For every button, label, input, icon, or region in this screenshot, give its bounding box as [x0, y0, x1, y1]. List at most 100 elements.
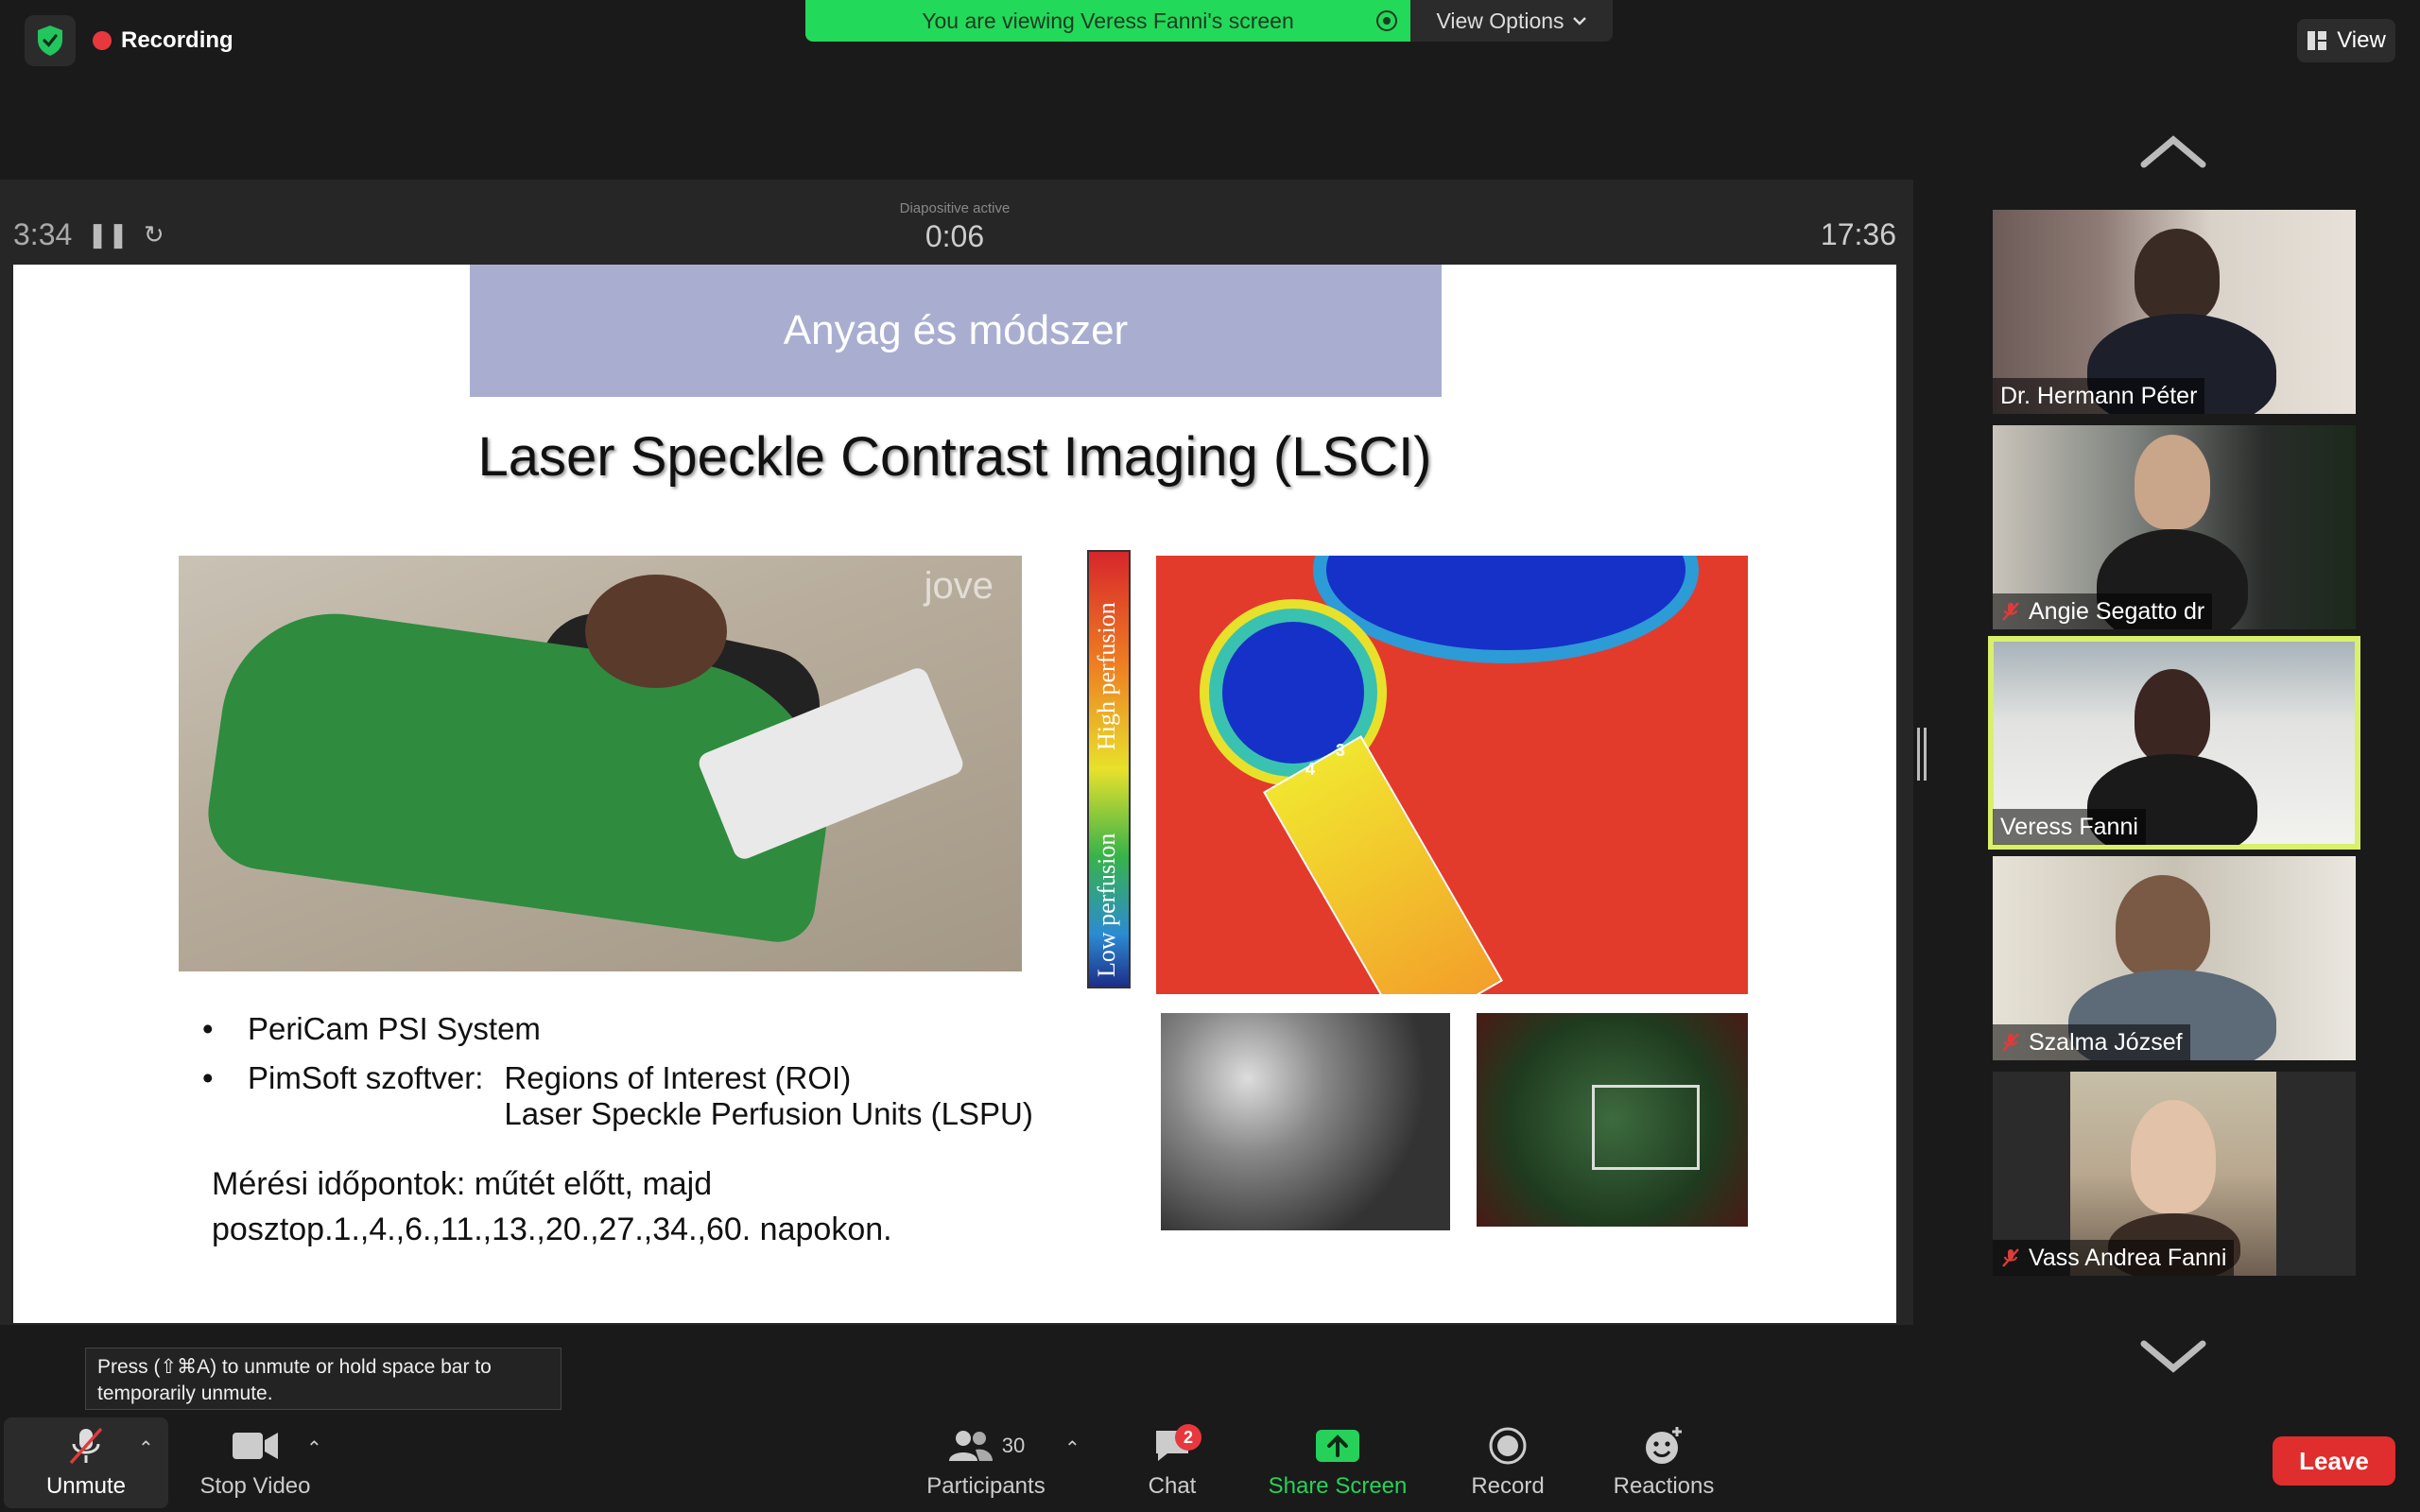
scale-high-label: High perfusion	[1093, 602, 1120, 750]
roi-stripe-shape	[1263, 735, 1503, 994]
tooltip-line: temporarily unmute.	[97, 1383, 273, 1405]
chat-unread-badge: 2	[1175, 1424, 1201, 1451]
gallery-scroll-up-icon[interactable]	[2138, 132, 2208, 170]
reactions-button[interactable]: Reactions	[1598, 1418, 1730, 1508]
bullet-roi-group: PimSoft szoftver: Regions of Interest (R…	[248, 1060, 1033, 1132]
audio-options-caret-icon[interactable]: ⌃	[138, 1436, 154, 1460]
participants-options-caret-icon[interactable]: ⌃	[1064, 1436, 1080, 1460]
patient-photo: jove	[179, 556, 1022, 971]
muted-mic-icon	[2002, 1033, 2019, 1052]
participant-name: Vass Andrea Fanni	[2029, 1244, 2227, 1271]
photo-watermark: jove	[924, 565, 994, 607]
stop-video-button[interactable]: Stop Video	[189, 1418, 321, 1508]
participant-head-shape	[2135, 229, 2220, 323]
record-dot-icon	[93, 31, 112, 50]
video-options-caret-icon[interactable]: ⌃	[306, 1436, 322, 1460]
participant-name-label: Szalma József	[1993, 1024, 2190, 1060]
bullet-item: • PeriCam PSI System	[202, 1011, 1033, 1047]
slide-time: 0:06	[925, 219, 985, 253]
bullet-text: PimSoft szoftver:	[248, 1059, 484, 1095]
participant-head-shape	[2135, 669, 2210, 764]
zoom-meeting-window: Recording You are viewing Veress Fanni's…	[0, 0, 2420, 1512]
muted-mic-icon	[2002, 1248, 2019, 1267]
participant-name-label: Angie Segatto dr	[1993, 593, 2213, 629]
roi-box-shape	[1592, 1085, 1700, 1170]
top-left-status: Recording	[25, 15, 233, 66]
bullet-sub-text: Laser Speckle Perfusion Units (LSPU)	[504, 1095, 1033, 1131]
record-label: Record	[1471, 1473, 1545, 1499]
clock-time: 17:36	[1820, 217, 1896, 251]
share-screen-icon	[1316, 1430, 1359, 1462]
perfusion-blob-shape	[1326, 556, 1685, 650]
viewing-banner-text: You are viewing Veress Fanni's screen	[922, 8, 1294, 33]
video-camera-icon	[233, 1433, 278, 1459]
slide-status-label: Diapositive active	[899, 200, 1011, 216]
perfusion-scale-bar: High perfusion Low perfusion	[1087, 550, 1131, 988]
participant-video-tile[interactable]: Szalma József	[1993, 856, 2356, 1060]
chat-label: Chat	[1148, 1473, 1197, 1499]
leave-label: Leave	[2299, 1446, 2369, 1475]
measurement-line: posztop.1.,4.,6.,11.,13.,20.,27.,34.,60.…	[212, 1211, 892, 1247]
panel-splitter-handle[interactable]	[1917, 728, 1927, 781]
reactions-label: Reactions	[1613, 1473, 1715, 1499]
view-options-button[interactable]: View Options	[1410, 0, 1613, 42]
participant-head-shape	[2131, 1100, 2216, 1213]
tooth-overlay-image	[1477, 1013, 1748, 1227]
bullet-dot: •	[202, 1011, 214, 1046]
roi-number: 4	[1305, 760, 1316, 779]
participants-count: 30	[1001, 1434, 1026, 1457]
gallery-scroll-down-icon[interactable]	[2138, 1338, 2208, 1376]
participant-name: Veress Fanni	[2000, 813, 2138, 840]
perfusion-map-image: 3 4	[1156, 556, 1748, 994]
reactions-smiley-icon	[1646, 1427, 1682, 1464]
bullet-dot: •	[202, 1059, 214, 1095]
presentation-slide: Anyag és módszer Laser Speckle Contrast …	[13, 265, 1896, 1323]
participant-head-shape	[2135, 435, 2210, 529]
measurement-line: Mérési időpontok: műtét előtt, majd	[212, 1166, 713, 1202]
slide-header: Anyag és módszer	[470, 265, 1442, 397]
screen-share-status-icon	[1376, 10, 1397, 31]
unmute-button[interactable]: Unmute	[4, 1418, 168, 1508]
muted-mic-icon	[69, 1427, 103, 1465]
roi-number: 3	[1336, 741, 1346, 760]
recording-indicator[interactable]: Recording	[93, 27, 233, 54]
tooth-grayscale-image	[1161, 1013, 1450, 1230]
share-screen-button[interactable]: Share Screen	[1257, 1418, 1418, 1508]
participant-name: Angie Segatto dr	[2029, 597, 2205, 625]
bullet-sub-text: Regions of Interest (ROI)	[504, 1059, 852, 1095]
slide-title: Laser Speckle Contrast Imaging (LSCI)	[477, 426, 1432, 488]
recording-label: Recording	[121, 27, 233, 53]
view-label: View	[2337, 27, 2386, 53]
share-screen-label: Share Screen	[1268, 1473, 1408, 1499]
participant-name-label: Dr. Hermann Péter	[1993, 378, 2205, 414]
chat-button[interactable]: 2 Chat	[1134, 1418, 1210, 1508]
participant-video-tile[interactable]: Dr. Hermann Péter	[1993, 210, 2356, 414]
security-shield-icon[interactable]	[25, 15, 76, 66]
participant-video-tile-active-speaker[interactable]: Veress Fanni	[1988, 636, 2360, 850]
bullet-text: PeriCam PSI System	[248, 1011, 541, 1046]
participants-button[interactable]: 30 Participants	[915, 1418, 1057, 1508]
viewing-screen-banner: You are viewing Veress Fanni's screen	[805, 0, 1410, 42]
record-button[interactable]: Record	[1456, 1418, 1560, 1508]
leave-button[interactable]: Leave	[2273, 1436, 2395, 1486]
slide-bullets: • PeriCam PSI System • PimSoft szoftver:…	[202, 1011, 1033, 1145]
patient-head-shape	[585, 575, 727, 688]
participant-name: Szalma József	[2029, 1028, 2183, 1056]
participant-video-tile[interactable]: Angie Segatto dr	[1993, 425, 2356, 629]
meeting-toolbar	[0, 1414, 2420, 1512]
record-icon	[1489, 1427, 1527, 1465]
view-button[interactable]: View	[2297, 19, 2395, 62]
participants-icon	[948, 1431, 993, 1461]
participant-video-tile[interactable]: Vass Andrea Fanni	[1993, 1072, 2356, 1276]
unmute-tooltip: Press (⇧⌘A) to unmute or hold space bar …	[85, 1348, 562, 1410]
unmute-label: Unmute	[45, 1473, 127, 1499]
tooltip-line: Press (⇧⌘A) to unmute or hold space bar …	[97, 1356, 492, 1378]
chevron-down-icon	[1572, 17, 1586, 26]
view-options-label: View Options	[1436, 8, 1564, 33]
slide-header-text: Anyag és módszer	[783, 307, 1129, 353]
muted-mic-icon	[2002, 602, 2019, 621]
participant-name: Dr. Hermann Péter	[2000, 382, 2198, 409]
stop-video-label: Stop Video	[199, 1473, 311, 1499]
bullet-item: • PimSoft szoftver: Regions of Interest …	[202, 1060, 1033, 1132]
participant-name-label: Veress Fanni	[1993, 809, 2146, 845]
